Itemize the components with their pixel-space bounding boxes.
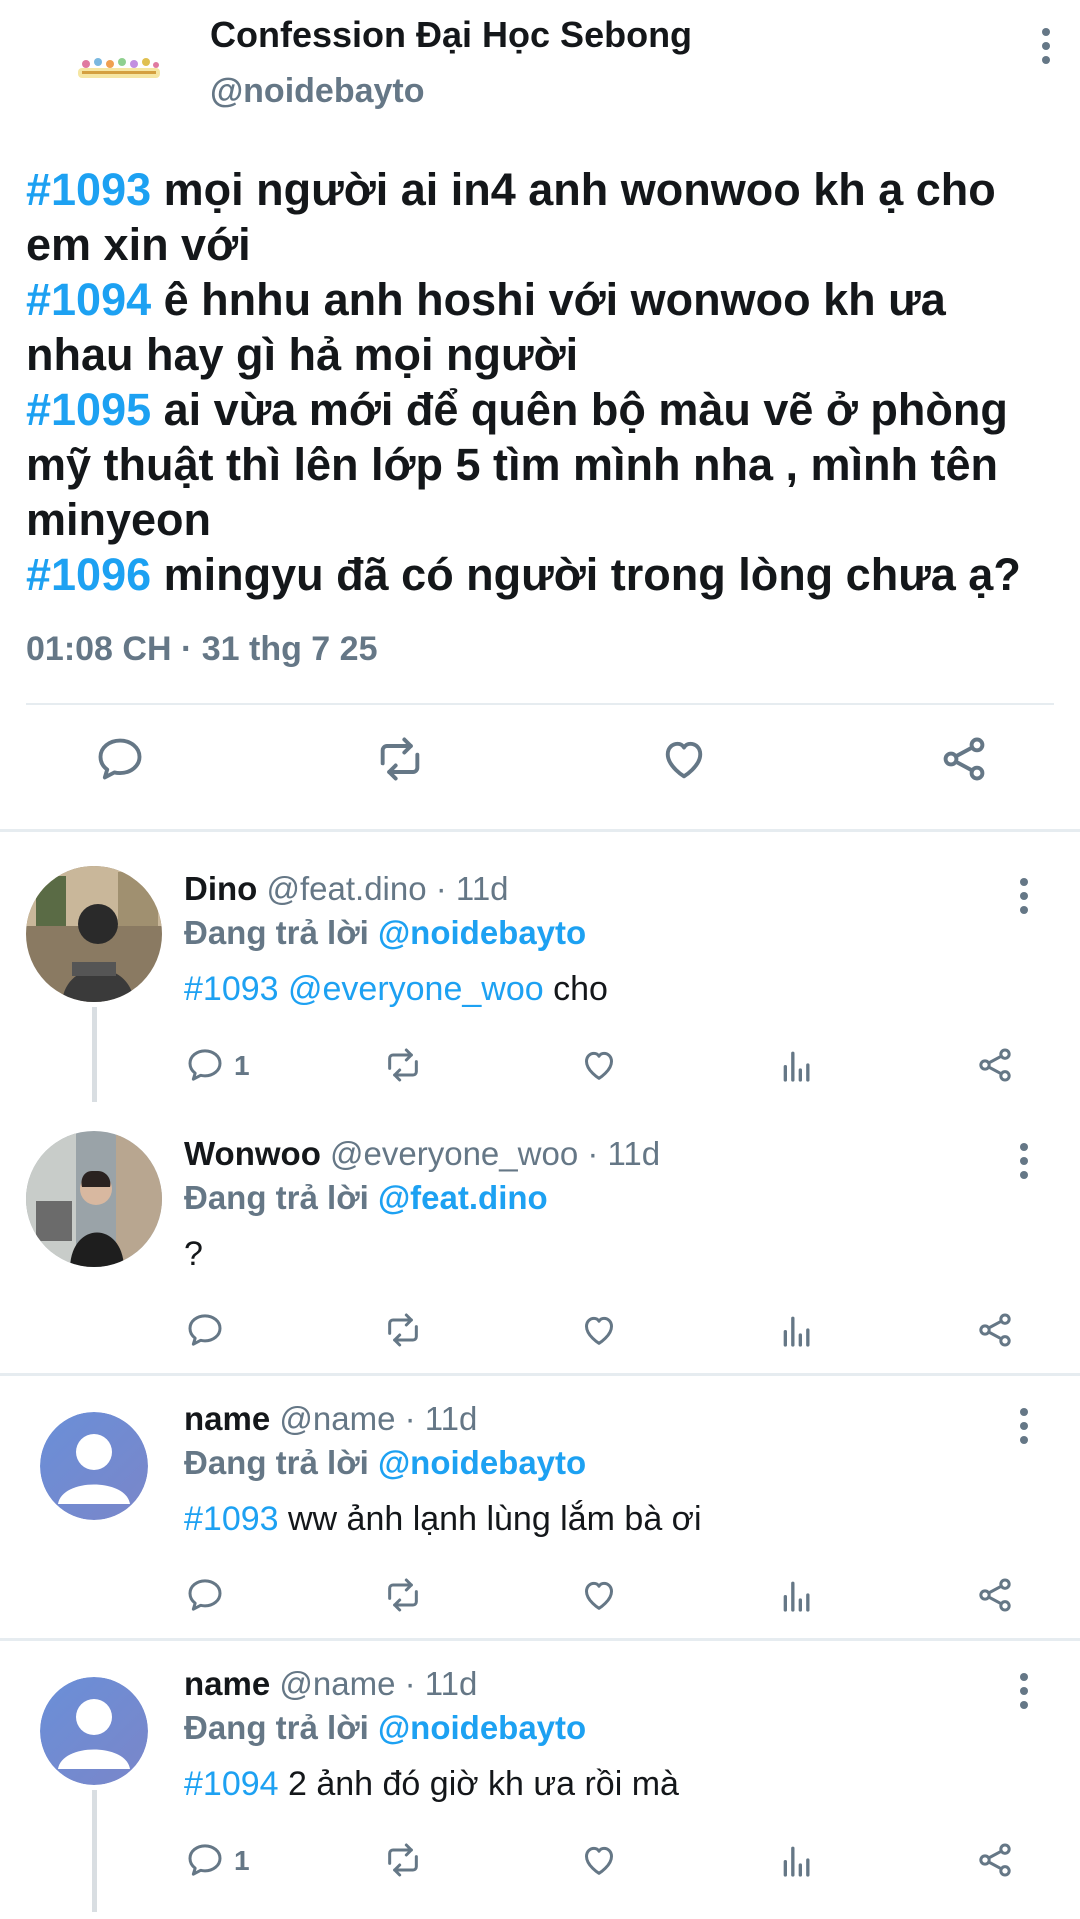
reply-icon[interactable] [180, 1305, 230, 1355]
reply-author-line[interactable]: name @name · 11d [184, 1400, 477, 1438]
confession-line: #1093 mọi người ai in4 anh wonwoo kh ạ c… [26, 162, 1054, 272]
tweet-action-bar [26, 705, 1054, 829]
reply-icon[interactable] [90, 729, 150, 789]
replying-to-line: Đang trả lời @noidebayto [184, 1444, 586, 1482]
tweet-header: Confession Đại Học Sebong @noidebayto [26, 0, 1054, 150]
analytics-icon[interactable] [772, 1040, 822, 1090]
divider [0, 1373, 1080, 1376]
default-avatar-icon[interactable] [40, 1412, 148, 1520]
default-avatar-icon[interactable] [40, 1677, 148, 1785]
reply-text: #1093 ww ảnh lạnh lùng lắm bà ơi [184, 1500, 702, 1539]
reply-text-link[interactable]: #1094 [184, 1765, 279, 1803]
confession-text: ai vừa mới để quên bộ màu vẽ ở phòng mỹ … [26, 384, 1008, 545]
reply-text-link[interactable]: #1093 [184, 1500, 279, 1538]
reply-icon[interactable] [180, 1570, 230, 1620]
share-icon[interactable] [970, 1305, 1020, 1355]
reply-count: 1 [234, 1050, 250, 1081]
more-vertical-icon[interactable] [1026, 18, 1066, 74]
more-vertical-icon[interactable] [1004, 1398, 1044, 1454]
reply-text-link[interactable]: #1093 @everyone_woo [184, 970, 544, 1008]
reply-meta: @everyone_woo · 11d [320, 1135, 661, 1172]
reply-text: #1093 @everyone_woo cho [184, 970, 608, 1009]
main-tweet: Confession Đại Học Sebong @noidebayto #1… [0, 0, 1080, 829]
confession-line: #1096 mingyu đã có người trong lòng chưa… [26, 547, 1054, 602]
divider [0, 1638, 1080, 1641]
mention-link[interactable]: @feat.dino [378, 1179, 548, 1216]
confession-line: #1095 ai vừa mới để quên bộ màu vẽ ở phò… [26, 382, 1054, 547]
heart-icon[interactable] [574, 1305, 624, 1355]
replying-prefix: Đang trả lời [184, 1444, 378, 1481]
hashtag-link[interactable]: #1093 [26, 164, 151, 215]
share-icon[interactable] [970, 1835, 1020, 1885]
avatar[interactable] [26, 866, 162, 1002]
replying-prefix: Đang trả lời [184, 1179, 378, 1216]
account-handle[interactable]: @noidebayto [210, 72, 425, 111]
retweet-icon[interactable] [378, 1040, 428, 1090]
analytics-icon[interactable] [772, 1570, 822, 1620]
confession-text: ê hnhu anh hoshi với wonwoo kh ưa nhau h… [26, 274, 946, 380]
more-vertical-icon[interactable] [1004, 1663, 1044, 1719]
account-logo[interactable] [76, 48, 162, 92]
confession-text: mọi người ai in4 anh wonwoo kh ạ cho em … [26, 164, 996, 270]
reply-author-name[interactable]: name [184, 1400, 270, 1437]
share-icon[interactable] [934, 729, 994, 789]
confession-line: #1094 ê hnhu anh hoshi với wonwoo kh ưa … [26, 272, 1054, 382]
reply-author-line[interactable]: Wonwoo @everyone_woo · 11d [184, 1135, 660, 1173]
retweet-icon[interactable] [378, 1835, 428, 1885]
reply-meta: @feat.dino · 11d [257, 870, 509, 907]
heart-icon[interactable] [574, 1570, 624, 1620]
more-vertical-icon[interactable] [1004, 868, 1044, 924]
account-name[interactable]: Confession Đại Học Sebong [210, 14, 692, 56]
heart-icon[interactable] [574, 1835, 624, 1885]
reply-count: 1 [234, 1845, 250, 1876]
heart-icon[interactable] [654, 729, 714, 789]
thread-line [92, 1007, 97, 1102]
confession-text: mingyu đã có người trong lòng chưa ạ? [151, 549, 1021, 600]
replying-prefix: Đang trả lời [184, 1709, 378, 1746]
replying-to-line: Đang trả lời @feat.dino [184, 1179, 548, 1217]
mention-link[interactable]: @noidebayto [378, 914, 586, 951]
retweet-icon[interactable] [378, 1305, 428, 1355]
analytics-icon[interactable] [772, 1835, 822, 1885]
tweet-timestamp[interactable]: 01:08 CH · 31 thg 7 25 [26, 630, 1054, 669]
mention-link[interactable]: @noidebayto [378, 1709, 586, 1746]
reply-icon[interactable] [180, 1040, 230, 1090]
retweet-icon[interactable] [370, 729, 430, 789]
reply-text-body: cho [543, 970, 608, 1008]
reply-author-name[interactable]: Wonwoo [184, 1135, 321, 1172]
avatar[interactable] [26, 1131, 162, 1267]
reply-icon[interactable] [180, 1835, 230, 1885]
replying-prefix: Đang trả lời [184, 914, 378, 951]
reply-author-line[interactable]: Dino @feat.dino · 11d [184, 870, 509, 908]
reply-meta: @name · 11d [270, 1665, 478, 1702]
hashtag-link[interactable]: #1096 [26, 549, 151, 600]
reply-text-body: ? [184, 1235, 203, 1273]
tweet-text: #1093 mọi người ai in4 anh wonwoo kh ạ c… [26, 162, 1054, 602]
share-icon[interactable] [970, 1040, 1020, 1090]
mention-link[interactable]: @noidebayto [378, 1444, 586, 1481]
share-icon[interactable] [970, 1570, 1020, 1620]
heart-icon[interactable] [574, 1040, 624, 1090]
reply-author-name[interactable]: Dino [184, 870, 257, 907]
replies-list: Dino @feat.dino · 11d Đang trả lời @noid… [0, 832, 1080, 1912]
analytics-icon[interactable] [772, 1305, 822, 1355]
reply-author-name[interactable]: name [184, 1665, 270, 1702]
more-vertical-icon[interactable] [1004, 1133, 1044, 1189]
reply-author-line[interactable]: name @name · 11d [184, 1665, 477, 1703]
hashtag-link[interactable]: #1095 [26, 384, 151, 435]
hashtag-link[interactable]: #1094 [26, 274, 151, 325]
thread-line [92, 1790, 97, 1912]
reply-text: ? [184, 1235, 203, 1274]
reply-meta: @name · 11d [270, 1400, 478, 1437]
retweet-icon[interactable] [378, 1570, 428, 1620]
reply-text: #1094 2 ảnh đó giờ kh ưa rồi mà [184, 1765, 679, 1804]
replying-to-line: Đang trả lời @noidebayto [184, 914, 586, 952]
reply-text-body: 2 ảnh đó giờ kh ưa rồi mà [278, 1765, 679, 1803]
replying-to-line: Đang trả lời @noidebayto [184, 1709, 586, 1747]
tweet-thread-page: Confession Đại Học Sebong @noidebayto #1… [0, 0, 1080, 1919]
reply-text-body: ww ảnh lạnh lùng lắm bà ơi [278, 1500, 702, 1538]
